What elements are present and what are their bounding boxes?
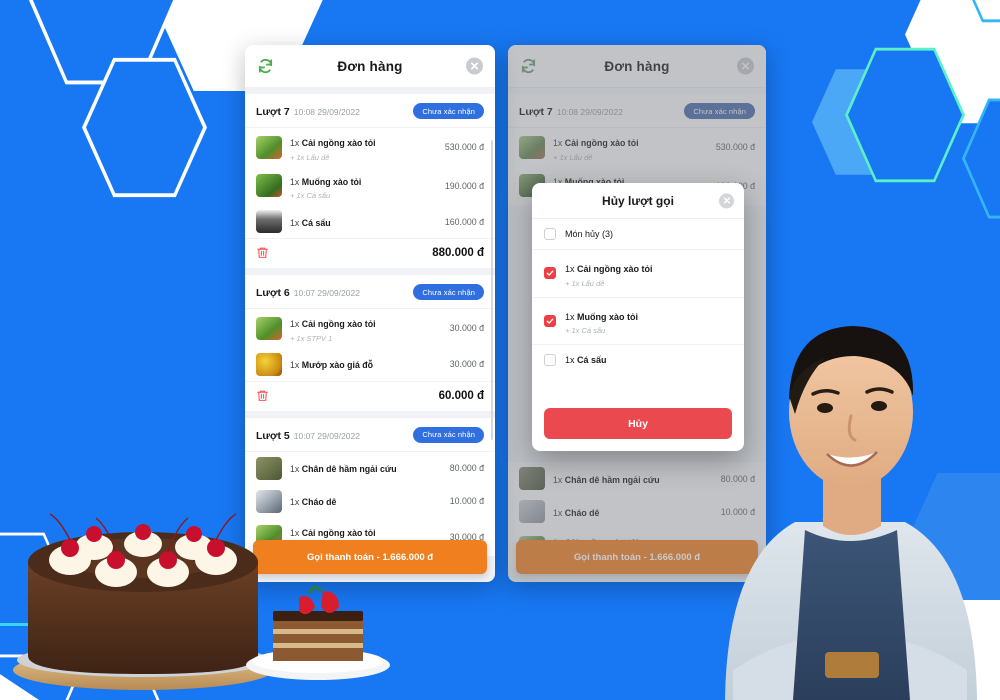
item-sub: + 1x Cá sấu xyxy=(565,326,606,335)
item-qty: 1x xyxy=(290,138,300,148)
item-name: Muống xào tỏi xyxy=(577,311,639,322)
item-name: Cá sấu xyxy=(301,217,331,228)
order-total: 880.000 đ xyxy=(432,247,484,259)
cancel-item-row[interactable]: 1x Cải ngồng xào tỏi + 1x Lẩu dê xyxy=(532,250,744,298)
order-header: Lượt 5 10:07 29/09/2022 Chưa xác nhận xyxy=(245,418,495,452)
order-time: 10:07 29/09/2022 xyxy=(293,288,360,298)
select-all-label: Món hủy (3) xyxy=(565,229,614,239)
modal-header: Hủy lượt gọi xyxy=(532,183,744,219)
order-list-left[interactable]: Lượt 7 10:08 29/09/2022 Chưa xác nhận 1x … xyxy=(245,88,495,582)
item-price: 160.000 đ xyxy=(444,216,484,227)
cancel-order-modal: Hủy lượt gọi Món hủy (3) 1x Cải ngồng xà… xyxy=(532,183,744,451)
page-title: Đơn hàng xyxy=(337,58,403,74)
cake-slice-photo xyxy=(246,586,390,680)
close-icon[interactable] xyxy=(466,57,483,75)
item-name: Cải ngồng xào tỏi xyxy=(301,527,376,538)
item-qty: 1x xyxy=(565,355,575,365)
phone-screen-left: Đơn hàng Lượt 7 10:08 29/09/2022 Chưa xác… xyxy=(245,45,495,582)
item-price: 30.000 đ xyxy=(449,359,484,369)
item-name: Mướp xào giá đỗ xyxy=(301,360,374,370)
item-thumbnail xyxy=(256,352,282,376)
order-item: 1x Mướp xào giá đỗ 30.000 đ xyxy=(245,348,495,381)
order-footer: 60.000 đ xyxy=(245,380,495,411)
item-qty: 1x xyxy=(290,360,300,370)
refresh-icon[interactable] xyxy=(257,58,274,75)
order-item: 1x Cháo dê 10.000 đ xyxy=(245,485,495,518)
order-item: 1x Cá sấu 160.000 đ xyxy=(245,205,495,238)
status-badge[interactable]: Chưa xác nhận xyxy=(413,103,484,119)
item-sub: + 1x STPV 1 xyxy=(290,333,333,343)
order-item: 1x Muống xào tỏi + 1x Cá sấu 190.000 đ xyxy=(245,167,495,206)
item-price: 30.000 đ xyxy=(449,323,484,334)
select-all-row[interactable]: Món hủy (3) xyxy=(532,219,744,250)
close-icon[interactable] xyxy=(719,193,734,208)
status-badge[interactable]: Chưa xác nhận xyxy=(413,284,484,300)
item-qty: 1x xyxy=(290,176,300,187)
item-qty: 1x xyxy=(290,319,300,329)
order-item: 1x Cải ngồng xào tỏi + 1x Lẩu dê 530.000… xyxy=(245,128,495,167)
item-thumbnail xyxy=(256,135,282,159)
call-payment-button[interactable]: Gọi thanh toán - 1.666.000 đ xyxy=(253,540,487,574)
order-lot-label: Lượt 5 xyxy=(256,429,290,442)
checkbox-item[interactable] xyxy=(544,267,556,280)
cake-photo xyxy=(13,513,273,690)
item-qty: 1x xyxy=(290,527,300,538)
item-qty: 1x xyxy=(565,311,575,322)
app-header: Đơn hàng xyxy=(245,45,495,88)
checkbox-select-all[interactable] xyxy=(544,228,556,240)
item-sub: + 1x Lẩu dê xyxy=(290,152,330,162)
item-qty: 1x xyxy=(290,217,300,228)
order-lot-label: Lượt 6 xyxy=(256,287,290,299)
item-name: Cải ngồng xào tỏi xyxy=(577,264,653,274)
order-header: Lượt 6 10:07 29/09/2022 Chưa xác nhận xyxy=(245,275,495,309)
confirm-cancel-button[interactable]: Hủy xyxy=(544,408,732,439)
order-lot-label: Lượt 7 xyxy=(256,106,290,118)
item-sub: + 1x Cá sấu xyxy=(290,191,331,200)
item-thumbnail xyxy=(256,174,282,198)
order-card: Lượt 5 10:07 29/09/2022 Chưa xác nhận 1x … xyxy=(245,417,495,556)
item-name: Cháo dê xyxy=(301,497,337,507)
delete-icon[interactable] xyxy=(256,246,269,260)
item-thumbnail xyxy=(256,456,282,480)
scrollbar[interactable] xyxy=(490,140,493,440)
item-price: 530.000 đ xyxy=(444,142,484,153)
cancel-item-row[interactable]: 1x Muống xào tỏi + 1x Cá sấu xyxy=(532,298,744,345)
item-price: 190.000 đ xyxy=(444,180,484,191)
item-name: Cải ngồng xào tỏi xyxy=(301,319,376,329)
item-name: Cải ngồng xào tỏi xyxy=(301,138,376,148)
order-card: Lượt 6 10:07 29/09/2022 Chưa xác nhận 1x … xyxy=(245,275,495,411)
order-item: 1x Chân dê hầm ngải cứu 80.000 đ xyxy=(245,452,495,485)
checkbox-item[interactable] xyxy=(544,314,556,327)
order-header: Lượt 7 10:08 29/09/2022 Chưa xác nhận xyxy=(245,94,495,128)
delete-icon[interactable] xyxy=(256,389,269,403)
item-thumbnail xyxy=(256,210,282,233)
item-qty: 1x xyxy=(290,464,300,474)
item-sub: + 1x Lẩu dê xyxy=(565,278,605,288)
item-name: Muống xào tỏi xyxy=(301,176,362,187)
checkbox-item[interactable] xyxy=(544,354,556,366)
order-total: 60.000 đ xyxy=(438,389,484,402)
order-item: 1x Cải ngồng xào tỏi + 1x STPV 1 30.000 … xyxy=(245,309,495,348)
cancel-item-list: Món hủy (3) 1x Cải ngồng xào tỏi + 1x Lẩ… xyxy=(532,219,744,398)
item-name: Cá sấu xyxy=(577,355,607,365)
order-time: 10:08 29/09/2022 xyxy=(293,107,360,117)
status-badge[interactable]: Chưa xác nhận xyxy=(413,426,484,443)
item-price: 80.000 đ xyxy=(449,463,484,473)
modal-title: Hủy lượt gọi xyxy=(602,193,674,208)
item-qty: 1x xyxy=(565,264,575,274)
order-time: 10:07 29/09/2022 xyxy=(293,430,360,441)
item-thumbnail xyxy=(256,316,282,340)
order-card: Lượt 7 10:08 29/09/2022 Chưa xác nhận 1x … xyxy=(245,94,495,268)
order-footer: 880.000 đ xyxy=(245,238,495,268)
item-name: Chân dê hầm ngải cứu xyxy=(301,464,397,474)
item-price: 10.000 đ xyxy=(449,496,484,506)
staff-photo xyxy=(725,326,977,700)
cancel-item-row[interactable]: 1x Cá sấu xyxy=(532,345,744,375)
item-qty: 1x xyxy=(290,497,300,507)
